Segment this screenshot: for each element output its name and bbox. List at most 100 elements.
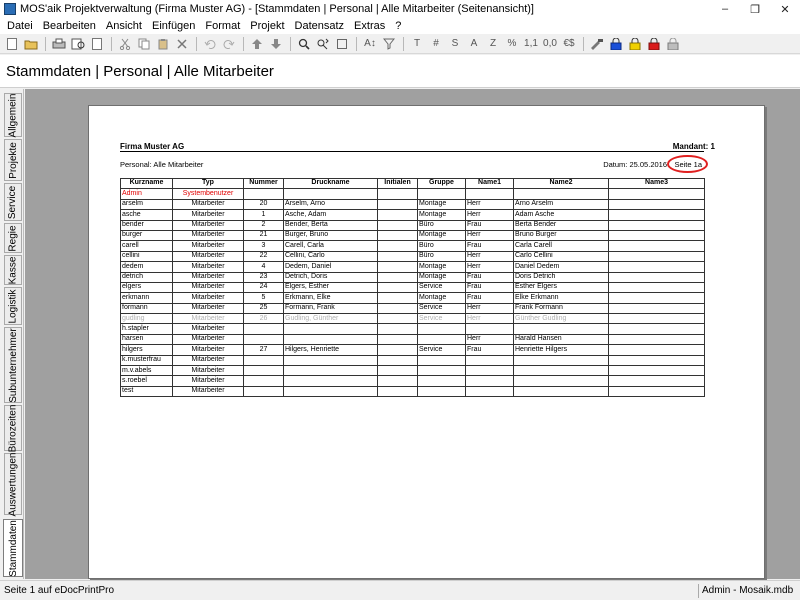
open-folder-icon[interactable]: [22, 36, 40, 52]
table-cell: Büro: [417, 250, 466, 263]
table-cell: Frau: [465, 292, 514, 304]
tab-regie[interactable]: Regie: [4, 223, 22, 253]
menu-einfuegen[interactable]: Einfügen: [147, 18, 200, 34]
table-cell: [243, 354, 284, 367]
tab-projekte[interactable]: Projekte: [4, 139, 22, 181]
print-icon[interactable]: [50, 36, 68, 52]
report-date: Datum: 25.05.2016: [603, 160, 667, 169]
arrow-up-icon[interactable]: [248, 36, 266, 52]
table-cell: Formann, Frank: [283, 302, 378, 315]
table-cell: [417, 354, 466, 367]
copy-icon[interactable]: [135, 36, 153, 52]
table-cell: Service: [417, 302, 466, 315]
table-cell: 5: [243, 292, 284, 304]
table-cell: Admin: [120, 188, 173, 200]
table-cell: Mitarbeiter: [172, 198, 244, 211]
report-mandant: Mandant: 1: [672, 142, 715, 151]
blue-lock-icon[interactable]: [607, 36, 625, 52]
table-cell: [608, 198, 705, 211]
toolbar-separator: [243, 36, 244, 51]
window-controls: – ❐ ✕: [710, 0, 800, 18]
menu-bearbeiten[interactable]: Bearbeiten: [38, 18, 101, 34]
number-format-icon[interactable]: #: [427, 36, 445, 52]
tools-icon[interactable]: [588, 36, 606, 52]
minimize-button[interactable]: –: [710, 0, 740, 18]
menu-format[interactable]: Format: [200, 18, 245, 34]
table-cell: [283, 354, 378, 367]
red-lock-icon[interactable]: [645, 36, 663, 52]
z-format-icon[interactable]: Z: [484, 36, 502, 52]
table-cell: [377, 229, 418, 242]
new-document-icon[interactable]: [3, 36, 21, 52]
tab-kasse[interactable]: Kasse: [4, 255, 22, 285]
table-cell: m.v.abels: [120, 365, 173, 377]
menu-projekt[interactable]: Projekt: [245, 18, 289, 34]
table-cell: Frau: [465, 271, 514, 283]
decimal-zero-icon[interactable]: 0,0: [541, 36, 559, 52]
table-cell: [283, 333, 378, 346]
table-row: carell Mitarbeiter 3 Carell, Carla Büro Frau C…: [120, 240, 705, 252]
grey-lock-icon[interactable]: [664, 36, 682, 52]
menu-datei[interactable]: Datei: [2, 18, 38, 34]
text-format-icon[interactable]: T: [408, 36, 426, 52]
undo-icon[interactable]: [201, 36, 219, 52]
sort-icon[interactable]: A↕: [361, 36, 379, 52]
calculator-icon[interactable]: [333, 36, 351, 52]
tab-subunternehmer[interactable]: Subunternehmer: [4, 327, 22, 403]
arrow-down-icon[interactable]: [267, 36, 285, 52]
close-button[interactable]: ✕: [770, 0, 800, 18]
menu-extras[interactable]: Extras: [349, 18, 390, 34]
tab-buerozeiten[interactable]: Bürozeiten: [4, 404, 22, 452]
tab-stammdaten[interactable]: Stammdaten: [3, 519, 23, 577]
tab-label: Stammdaten: [7, 519, 19, 577]
column-header: Name1: [465, 177, 514, 190]
table-cell: Frau: [465, 281, 514, 294]
table-cell: [465, 385, 514, 398]
menu-help[interactable]: ?: [390, 18, 406, 34]
tab-auswertungen[interactable]: Auswertungen: [4, 452, 22, 516]
tab-label: Allgemein: [7, 93, 19, 137]
cut-icon[interactable]: [116, 36, 134, 52]
decimal-format-icon[interactable]: 1,1: [522, 36, 540, 52]
table-cell: [513, 365, 609, 377]
tab-service[interactable]: Service: [4, 183, 22, 221]
delete-icon[interactable]: [173, 36, 191, 52]
table-cell: 1: [243, 209, 284, 221]
column-header: Gruppe: [417, 177, 466, 190]
table-cell: [377, 333, 418, 346]
table-row: bender Mitarbeiter 2 Bender, Berta Büro Frau B…: [120, 219, 705, 231]
table-cell: [377, 198, 418, 211]
page-setup-icon[interactable]: [88, 36, 106, 52]
a-format-icon[interactable]: A: [465, 36, 483, 52]
filter-icon[interactable]: [380, 36, 398, 52]
currency-format-icon[interactable]: €$: [560, 36, 578, 52]
status-separator: [698, 584, 699, 598]
tab-label: Subunternehmer: [7, 327, 19, 403]
table-cell: Mitarbeiter: [172, 333, 244, 346]
percent-format-icon[interactable]: %: [503, 36, 521, 52]
tab-logistik[interactable]: Logistik: [4, 287, 22, 325]
table-row: formann Mitarbeiter 25 Formann, Frank Servic…: [120, 302, 705, 315]
menu-ansicht[interactable]: Ansicht: [101, 18, 147, 34]
menu-datensatz[interactable]: Datensatz: [290, 18, 350, 34]
table-cell: Herr: [465, 209, 514, 221]
s-format-icon[interactable]: S: [446, 36, 464, 52]
paste-icon[interactable]: [154, 36, 172, 52]
yellow-lock-icon[interactable]: [626, 36, 644, 52]
table-cell: Herr: [465, 261, 514, 273]
find-replace-icon[interactable]: [314, 36, 332, 52]
table-cell: [283, 365, 378, 377]
print-preview-area[interactable]: Firma Muster AG Mandant: 1 Personal: All…: [25, 89, 800, 579]
tab-allgemein[interactable]: Allgemein: [4, 93, 22, 137]
table-cell: Büro: [417, 219, 466, 231]
table-row: arselm Mitarbeiter 20 Arselm, Arno Montage He…: [120, 198, 705, 211]
column-header: Nummer: [243, 177, 284, 190]
tab-label: Regie: [7, 224, 19, 252]
redo-icon[interactable]: [220, 36, 238, 52]
restore-button[interactable]: ❐: [740, 0, 770, 18]
search-icon[interactable]: [295, 36, 313, 52]
table-cell: hilgers: [120, 344, 173, 356]
table-cell: Mitarbeiter: [172, 385, 244, 398]
table-cell: Elgers, Esther: [283, 281, 378, 294]
print-preview-icon[interactable]: [69, 36, 87, 52]
